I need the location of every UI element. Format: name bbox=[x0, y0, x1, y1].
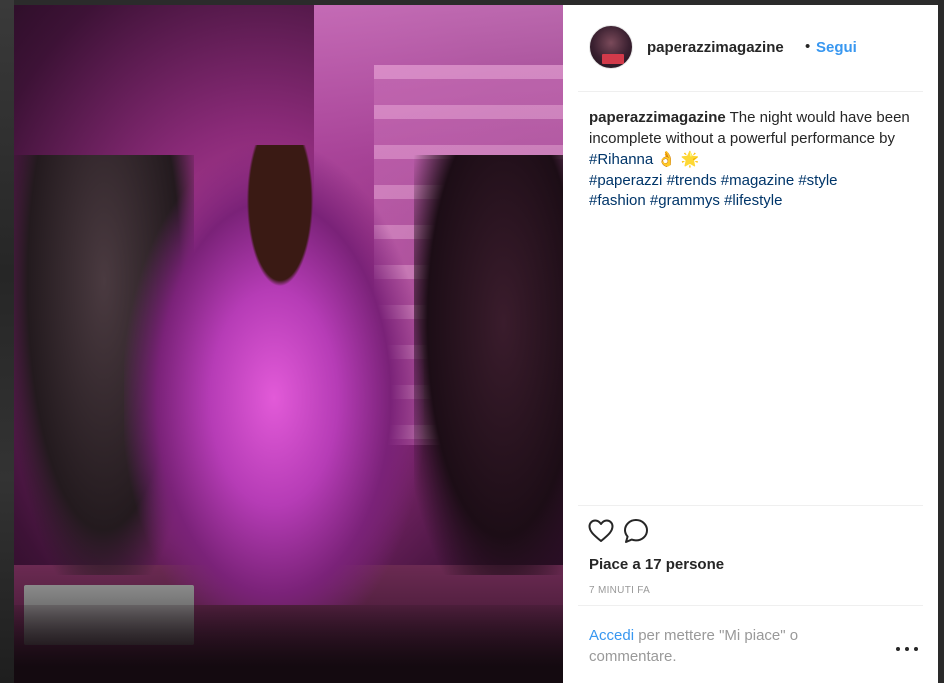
performer bbox=[124, 145, 424, 605]
caption-mention[interactable]: #Rihanna bbox=[589, 151, 653, 168]
header-username[interactable]: paperazzimagazine bbox=[647, 39, 784, 56]
caption-emoji: 👌 🌟 bbox=[657, 150, 700, 168]
separator-dot: • bbox=[805, 38, 811, 55]
dancer-right bbox=[414, 155, 563, 575]
avatar[interactable] bbox=[589, 25, 633, 69]
backdrop-left bbox=[0, 0, 14, 683]
login-prompt: Accedi per mettere "Mi piace" o commenta… bbox=[589, 626, 849, 667]
more-options-icon bbox=[896, 647, 900, 651]
crowd bbox=[14, 605, 563, 683]
more-options-icon-dot bbox=[905, 647, 909, 651]
post-side-panel: paperazzimagazine • Segui paperazzimagaz… bbox=[563, 5, 938, 683]
login-link[interactable]: Accedi bbox=[589, 627, 634, 644]
hashtag-fashion[interactable]: #fashion bbox=[589, 192, 646, 209]
hashtag-style[interactable]: #style bbox=[798, 172, 837, 189]
actions-divider bbox=[578, 505, 923, 506]
caption-username[interactable]: paperazzimagazine bbox=[589, 109, 726, 126]
more-options-button[interactable] bbox=[896, 643, 918, 655]
avatar-logo bbox=[602, 54, 624, 64]
post-caption: paperazzimagazine The night would have b… bbox=[589, 108, 919, 212]
comment-button[interactable] bbox=[622, 517, 650, 545]
hashtag-lifestyle[interactable]: #lifestyle bbox=[724, 192, 782, 209]
heart-icon bbox=[588, 519, 614, 542]
hashtag-paperazzi[interactable]: #paperazzi bbox=[589, 172, 662, 189]
hashtag-magazine[interactable]: #magazine bbox=[721, 172, 794, 189]
post-photo[interactable] bbox=[14, 5, 563, 683]
follow-button[interactable]: Segui bbox=[816, 39, 857, 56]
post-modal: paperazzimagazine • Segui paperazzimagaz… bbox=[14, 5, 938, 683]
hashtag-trends[interactable]: #trends bbox=[667, 172, 717, 189]
header-divider bbox=[578, 91, 923, 92]
likes-count[interactable]: Piace a 17 persone bbox=[589, 556, 724, 573]
post-timestamp: 7 MINUTI FA bbox=[589, 585, 651, 596]
bottom-divider bbox=[578, 605, 923, 606]
like-button[interactable] bbox=[587, 517, 615, 545]
hashtag-grammys[interactable]: #grammys bbox=[650, 192, 720, 209]
backdrop-right bbox=[938, 0, 944, 683]
comment-icon bbox=[624, 519, 648, 543]
post-header: paperazzimagazine • Segui bbox=[563, 5, 938, 91]
more-options-icon-dot bbox=[914, 647, 918, 651]
